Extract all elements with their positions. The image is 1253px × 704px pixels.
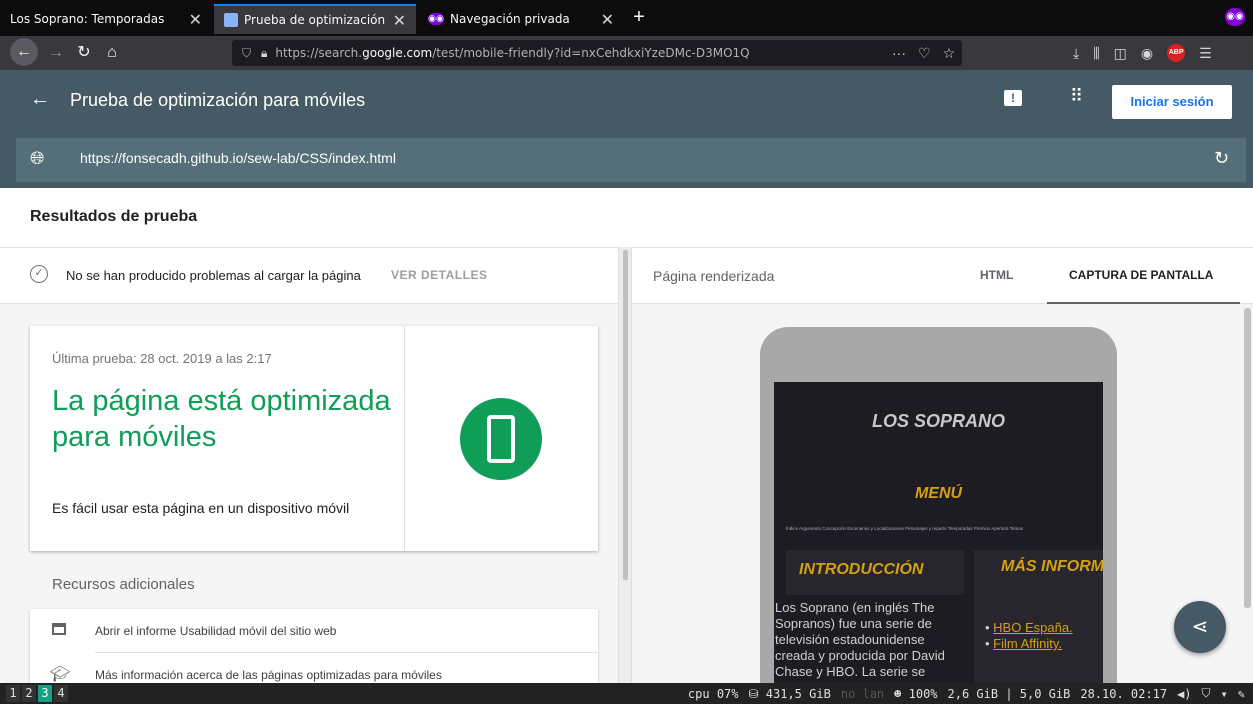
sidebar-icon[interactable]: ◫ <box>1114 45 1127 62</box>
card-divider <box>404 326 405 551</box>
tab-los-soprano[interactable]: Los Soprano: Temporadas ✕ <box>0 4 212 34</box>
feedback-icon[interactable]: ! <box>1004 90 1022 106</box>
memory-usage: 2,6 GiB | 5,0 GiB <box>947 686 1071 701</box>
tab-screenshot[interactable]: CAPTURA DE PANTALLA <box>1069 268 1213 282</box>
url-domain: google.com <box>362 46 433 60</box>
store-favicon-icon <box>224 13 238 27</box>
right-scrollbar[interactable] <box>1244 308 1251 608</box>
back-arrow-icon[interactable]: ← <box>30 88 50 111</box>
hamburger-menu-icon[interactable]: ☰ <box>1199 45 1212 62</box>
close-icon[interactable]: ✕ <box>601 10 614 29</box>
reload-button[interactable]: ↻ <box>72 41 96 65</box>
tab-prueba-optimizacion[interactable]: Prueba de optimización pa ✕ <box>214 4 416 34</box>
status-items: cpu 07% ⛁ 431,5 GiB no lan ☻ 100% 2,6 Gi… <box>688 685 1245 702</box>
report-icon <box>52 623 66 635</box>
tab-title: Prueba de optimización pa <box>244 13 387 27</box>
page-title: Prueba de optimización para móviles <box>70 90 366 110</box>
url-actions: ··· ♡ ☆ <box>892 40 955 66</box>
list-item: HBO España. <box>985 620 1073 636</box>
share-button[interactable]: ⋖ <box>1174 601 1226 653</box>
back-button[interactable]: ← <box>10 38 38 66</box>
apps-grid-icon[interactable]: ⠿ <box>1070 86 1083 107</box>
more-info-heading: MÁS INFORMACIÓN <box>1001 558 1103 575</box>
tab-html[interactable]: HTML <box>980 268 1013 282</box>
site-menu-links: Índice Argumento Concepción Escenarios y… <box>786 526 1023 531</box>
verdict-subtitle: Es fácil usar esta página en un disposit… <box>52 500 350 516</box>
disk-usage: ⛁ 431,5 GiB <box>748 686 831 701</box>
address-bar[interactable]: ⛉ 🔒︎ https://search. google.com/test/mobi… <box>232 40 962 66</box>
battery-status: ☻ 100% <box>894 686 938 701</box>
load-status-text: No se han producido problemas al cargar … <box>66 268 361 283</box>
lock-icon[interactable]: 🔒︎ <box>261 46 267 61</box>
results-heading: Resultados de prueba <box>30 208 198 225</box>
download-icon[interactable]: ⤓ <box>1073 45 1079 62</box>
adblock-plus-icon[interactable]: ABP <box>1167 44 1186 62</box>
globe-icon: 🌐︎ <box>30 148 45 168</box>
workspace-2[interactable]: 2 <box>22 685 36 702</box>
tab-title: Navegación privada <box>450 12 570 26</box>
pocket-icon[interactable]: ♡ <box>918 45 931 62</box>
private-browsing-icon: ◉◉ <box>1225 8 1245 26</box>
volume-icon: ◀) <box>1177 686 1192 701</box>
lan-status: no lan <box>840 686 885 701</box>
left-scrollbar[interactable] <box>623 250 628 580</box>
tab-title: Los Soprano: Temporadas <box>10 12 165 26</box>
resource-link[interactable]: Abrir el informe Usabilidad móvil del si… <box>95 624 336 638</box>
resources-heading: Recursos adicionales <box>52 576 195 593</box>
forward-button[interactable]: → <box>44 41 68 65</box>
site-link: Film Affinity. <box>993 636 1063 651</box>
site-title: LOS SOPRANO <box>871 411 1005 431</box>
wifi-icon: ▾ <box>1220 686 1228 701</box>
shield-icon: ⛉ <box>1201 686 1211 700</box>
intro-text: Los Soprano (en inglés The Sopranos) fue… <box>775 600 945 679</box>
view-details-button[interactable]: VER DETALLES <box>391 268 487 282</box>
last-test-date: Última prueba: 28 oct. 2019 a las 2:17 <box>52 351 272 366</box>
close-icon[interactable]: ✕ <box>393 11 406 30</box>
url-path: /test/mobile-friendly?id=nxCehdkxiYzeDMc… <box>432 46 750 60</box>
tested-url[interactable]: https://fonsecadh.github.io/sew-lab/CSS/… <box>80 150 396 166</box>
list-item: Film Affinity. <box>985 636 1073 652</box>
site-link: HBO España. <box>993 620 1073 635</box>
bookmark-star-icon[interactable]: ☆ <box>943 45 956 62</box>
workspace-4[interactable]: 4 <box>54 685 68 702</box>
verdict-title: La página está optimizada para móviles <box>52 385 391 453</box>
retest-icon[interactable]: ↻ <box>1214 148 1229 169</box>
home-button[interactable]: ⌂ <box>100 41 124 65</box>
active-tab-indicator <box>1047 302 1240 304</box>
new-tab-button[interactable]: + <box>628 4 650 32</box>
intro-heading: INTRODUCCIÓN <box>799 561 924 578</box>
check-circle-icon: ✓ <box>30 265 48 283</box>
url-prefix: https://search. <box>275 46 363 60</box>
cpu-usage: cpu 07% <box>687 686 739 701</box>
pen-icon: ✎ <box>1237 686 1245 701</box>
resource-link[interactable]: Más información acerca de las páginas op… <box>95 668 442 682</box>
divider <box>95 652 598 653</box>
school-icon: 🎓︎ <box>50 666 71 683</box>
smartphone-icon <box>487 415 515 463</box>
private-mask-icon: ◉◉ <box>428 13 444 25</box>
rendered-page-label: Página renderizada <box>653 268 775 284</box>
shield-icon[interactable]: ⛉ <box>242 46 251 61</box>
library-icon[interactable]: ⫼ <box>1093 45 1099 62</box>
toolbar-icons: ⤓ ⫼ ◫ ◉ ABP ☰ <box>1073 40 1212 66</box>
datetime: 28.10. 02:17 <box>1080 686 1168 701</box>
site-menu-heading: MENÚ <box>914 485 963 502</box>
workspace-3[interactable]: 3 <box>38 685 52 702</box>
more-info-links: HBO España. Film Affinity. <box>985 620 1073 652</box>
account-icon[interactable]: ◉ <box>1141 45 1153 62</box>
workspace-1[interactable]: 1 <box>6 685 20 702</box>
sign-in-button[interactable]: Iniciar sesión <box>1112 85 1232 119</box>
page-actions-menu-icon[interactable]: ··· <box>892 45 906 61</box>
tab-navegacion-privada[interactable]: ◉◉ Navegación privada ✕ <box>418 4 624 34</box>
close-icon[interactable]: ✕ <box>189 10 202 29</box>
